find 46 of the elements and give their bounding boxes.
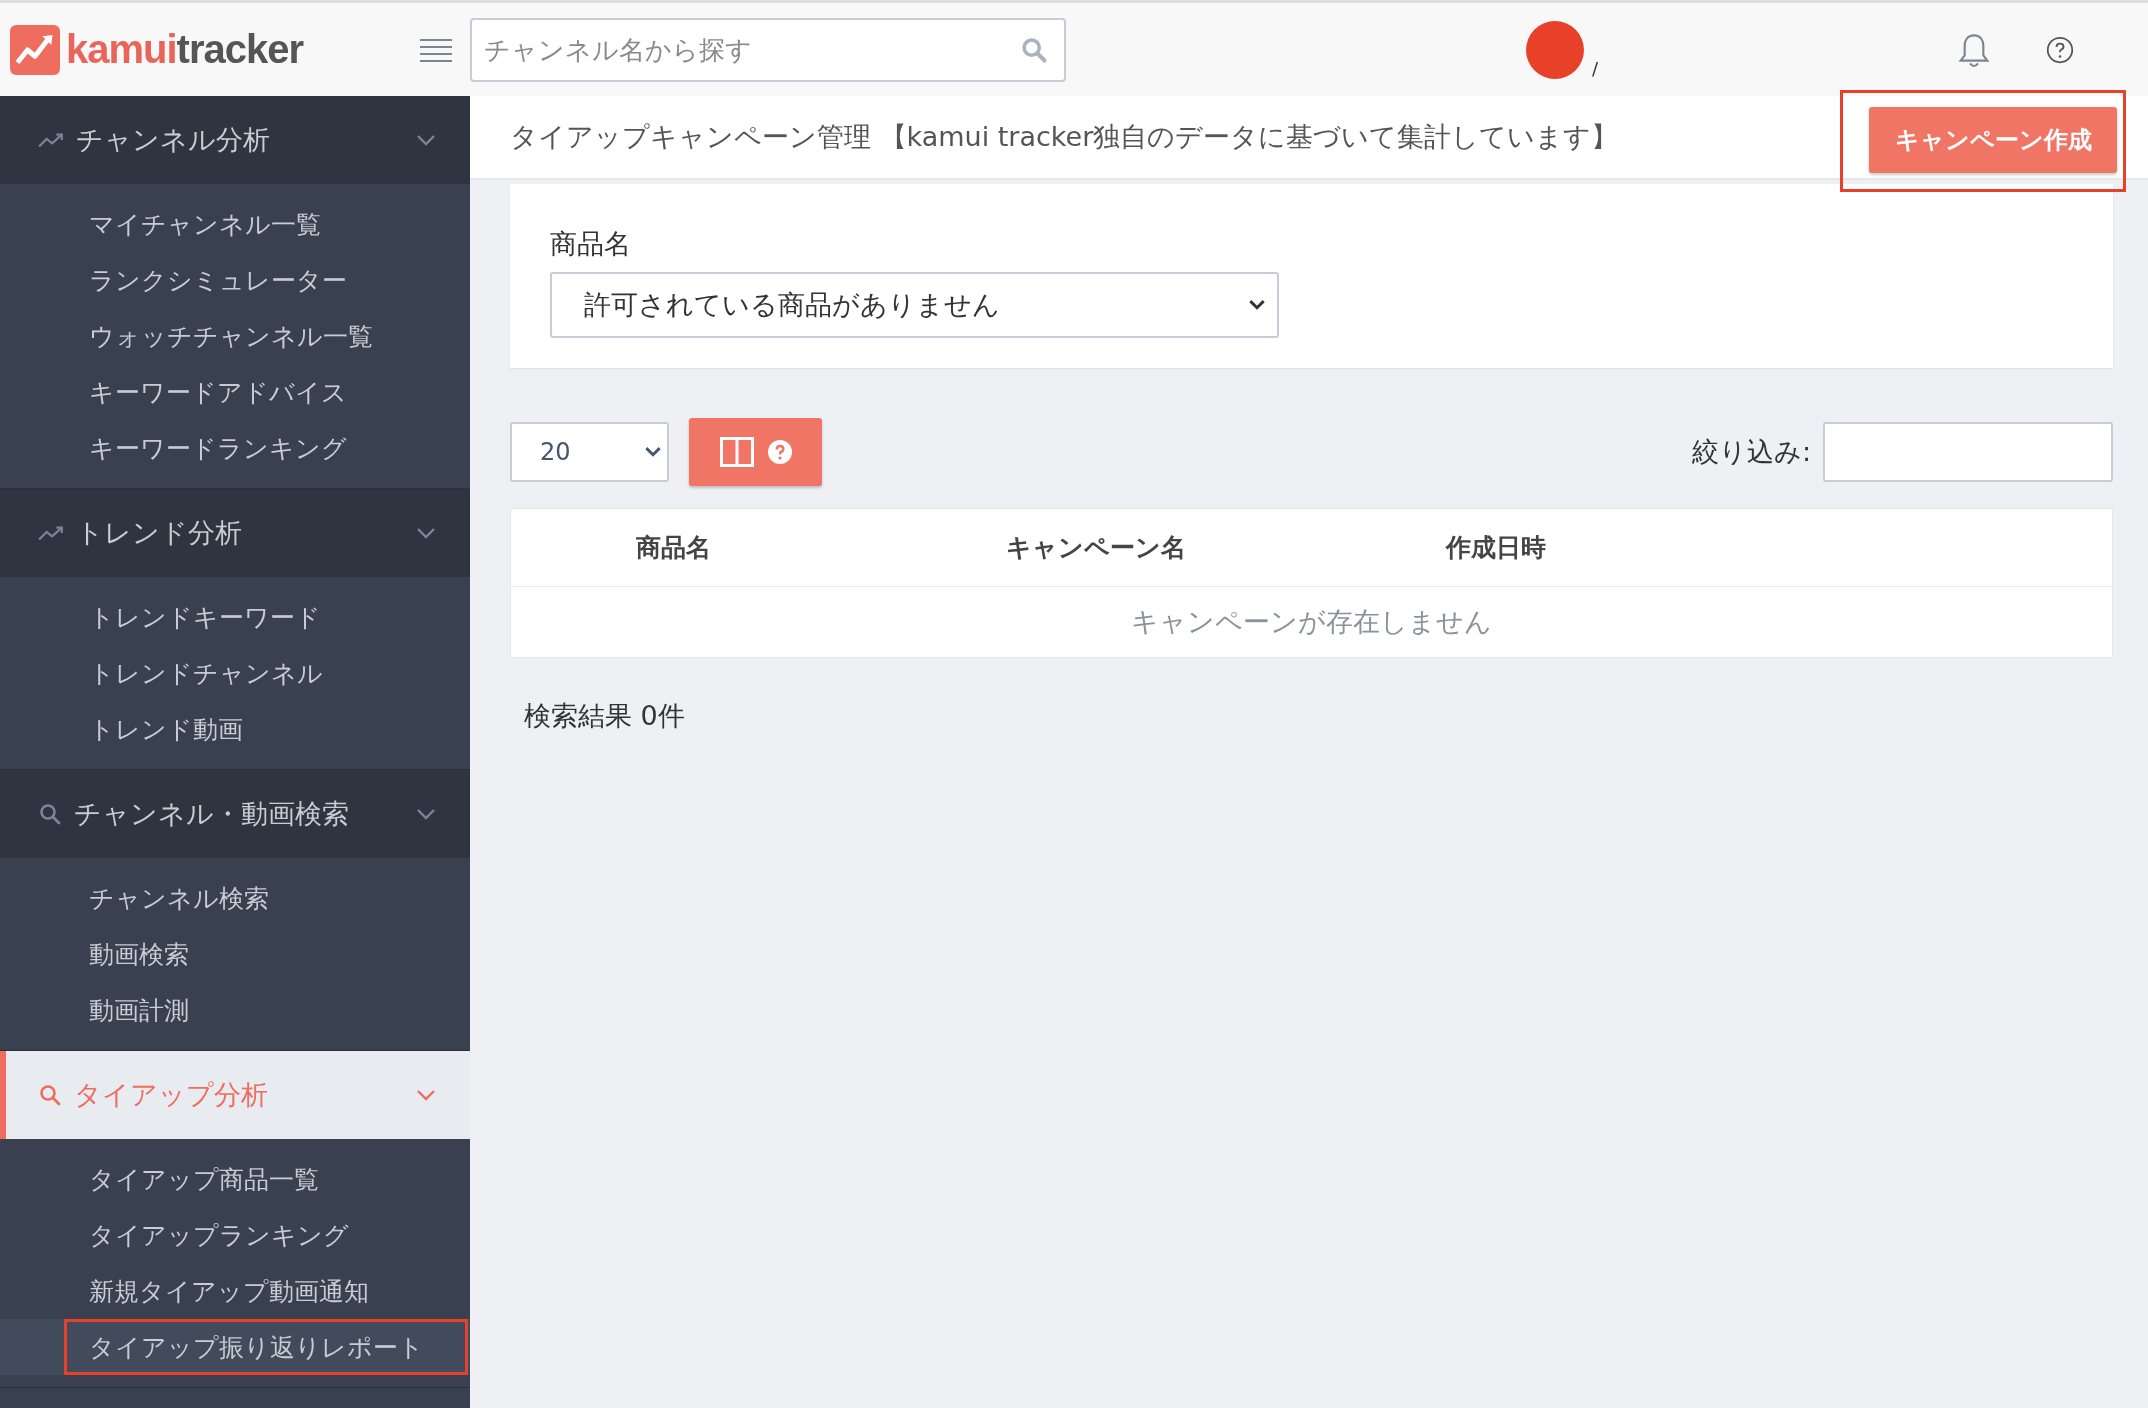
sidebar-item[interactable]: トレンド動画 [64,701,468,757]
columns-icon [719,437,754,467]
column-header[interactable]: 作成日時 [1371,531,2112,564]
search-icon [38,802,62,826]
avatar[interactable] [1526,20,1584,79]
sidebar-group-header[interactable]: チャンネル・動画検索 [0,770,470,858]
search-icon [1020,35,1048,64]
page-title: タイアップキャンペーン管理 【kamui tracker独自のデータに基づいて集計しています】 [510,120,1620,154]
sidebar-item[interactable]: ウォッチチャンネル一覧 [64,308,468,364]
product-select[interactable]: 許可されている商品がありません [550,272,1279,338]
search-field[interactable]: チャンネル名から探す [470,17,1066,82]
sidebar-item[interactable]: キーワードアドバイス [64,364,468,420]
page-size-select[interactable]: 20 [510,422,669,482]
menu-icon[interactable] [420,37,452,62]
trend-icon [38,524,64,542]
filter-field[interactable] [1823,422,2113,482]
sidebar-item[interactable]: タイアップランキング [64,1207,468,1263]
help-icon[interactable] [2046,35,2075,64]
chart-logo-icon [10,24,60,75]
sidebar-item[interactable]: 動画検索 [64,926,468,982]
column-header[interactable]: 商品名 [511,531,911,564]
sidebar-item[interactable]: トレンドキーワード [64,589,468,645]
caret-icon [645,447,661,457]
column-header[interactable]: キャンペーン名 [911,531,1371,564]
sidebar-group-header[interactable]: チャンネル分析 [0,96,470,184]
sidebar-item[interactable]: 動画計測 [64,982,468,1038]
sidebar-item[interactable]: トレンドチャンネル [64,645,468,701]
logo-text: kamuitracker [66,27,304,72]
sidebar-item[interactable]: ランクシミュレーター [64,252,468,308]
trend-icon [38,131,64,149]
sidebar-item[interactable]: 新規タイアップ動画通知 [64,1263,468,1319]
sidebar-item[interactable]: キーワードランキング [64,420,468,476]
result-count: 検索結果 0件 [523,699,686,733]
sidebar-item[interactable]: マイチャンネル一覧 [64,196,468,252]
caret-icon [1249,300,1265,310]
sidebar-item[interactable]: タイアップ振り返りレポート [64,1319,468,1375]
user-name: / [1592,57,1599,79]
sidebar-group-header[interactable]: トレンド分析 [0,489,470,577]
search-icon [38,1083,62,1107]
empty-message: キャンペーンが存在しません [1130,605,1493,639]
help-icon [767,440,792,464]
sidebar-item[interactable]: タイアップ商品一覧 [64,1151,468,1207]
column-toggle-button[interactable] [689,418,822,486]
sidebar-item[interactable]: チャンネル検索 [64,870,468,926]
field-label: 商品名 [550,227,632,261]
filter-label: 絞り込み: [1691,435,1811,469]
